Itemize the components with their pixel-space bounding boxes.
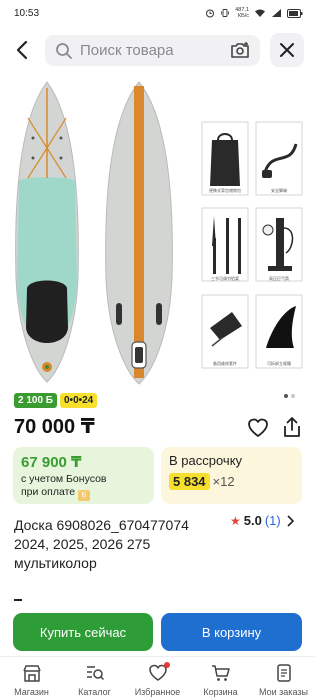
bonus-note-line2: при оплате Б bbox=[21, 486, 146, 501]
nav-item-favorites[interactable]: Избранное bbox=[128, 657, 188, 700]
camera-search-icon[interactable] bbox=[230, 41, 250, 59]
installment-badge: 0•0•24 bbox=[60, 393, 98, 408]
heart-icon[interactable] bbox=[247, 417, 269, 439]
nav-label: Магазин bbox=[14, 687, 49, 697]
accessories-grid: 便携式背包储物包 安全脚绳 三节可调节铝桨 高压打气筒 备用维修套件 可拆卸主尾… bbox=[201, 121, 303, 369]
caption-repair-kit: 备用维修套件 bbox=[213, 360, 237, 366]
search-icon bbox=[56, 42, 72, 59]
nav-label: Мои заказы bbox=[259, 687, 308, 697]
chevron-right-icon bbox=[287, 514, 294, 527]
installment-amount: 5 834 bbox=[169, 473, 210, 490]
rating-value: 5.0 bbox=[243, 513, 262, 528]
net-speed-unit: КБ/с bbox=[237, 13, 249, 19]
status-bar: 10:53 487,1 КБ/с bbox=[0, 0, 315, 26]
badges: 2 100 Б 0•0•24 bbox=[14, 393, 98, 408]
search-box[interactable] bbox=[45, 35, 260, 66]
product-title: Доска 6908026_670477074 2024, 2025, 2026… bbox=[14, 517, 189, 571]
nav-label: Избранное bbox=[134, 687, 181, 697]
bonus-coin-icon: Б bbox=[78, 490, 91, 501]
status-time: 10:53 bbox=[14, 7, 40, 19]
star-icon: ★ bbox=[230, 513, 241, 528]
pagination-dot bbox=[291, 394, 295, 398]
buy-now-button[interactable]: Купить сейчас bbox=[13, 613, 153, 651]
caption-backpack: 便携式背包储物包 bbox=[209, 187, 241, 193]
back-arrow-icon[interactable] bbox=[12, 39, 34, 61]
vibrate-icon bbox=[221, 9, 230, 17]
cart-icon bbox=[211, 665, 230, 681]
bonus-note-line2-text: при оплате bbox=[21, 486, 76, 498]
board-top-view bbox=[15, 81, 79, 383]
close-button[interactable] bbox=[270, 33, 304, 67]
bonus-note-line1: с учетом Бонусов bbox=[21, 473, 107, 485]
wifi-icon bbox=[255, 9, 265, 17]
caption-fin: 可拆卸主尾鳍 bbox=[267, 360, 291, 366]
rating-count[interactable]: (1) bbox=[265, 513, 281, 528]
caption-paddle: 三节可调节铝桨 bbox=[211, 275, 239, 281]
nav-label: Каталог bbox=[78, 687, 111, 697]
caption-leash: 安全脚绳 bbox=[271, 187, 287, 193]
status-icons: 487,1 КБ/с bbox=[205, 7, 303, 19]
board-bottom-view bbox=[105, 81, 173, 385]
catalog-search-icon bbox=[86, 666, 104, 681]
nav-item-cart[interactable]: Корзина bbox=[191, 657, 251, 700]
shop-icon bbox=[22, 665, 41, 682]
product-image-gallery[interactable]: 便携式背包储物包 安全脚绳 三节可调节铝桨 高压打气筒 备用维修套件 可拆卸主尾… bbox=[0, 78, 315, 386]
nav-item-shop[interactable]: Магазин bbox=[2, 657, 62, 700]
orders-icon bbox=[276, 664, 291, 682]
bonus-price: 67 900 ₸ bbox=[21, 454, 82, 471]
installment-card[interactable]: В рассрочку 5 834 ×12 bbox=[161, 447, 302, 504]
add-to-cart-button[interactable]: В корзину bbox=[161, 613, 302, 651]
product-price: 70 000 ₸ bbox=[14, 416, 95, 438]
close-icon bbox=[280, 43, 294, 57]
notification-dot bbox=[163, 662, 170, 668]
installment-months: ×12 bbox=[212, 474, 235, 489]
bonus-price-card[interactable]: 67 900 ₸ с учетом Бонусов при оплате Б bbox=[13, 447, 154, 504]
signal-icon bbox=[272, 9, 281, 17]
share-icon[interactable] bbox=[282, 416, 302, 438]
alarm-icon bbox=[206, 9, 215, 18]
header bbox=[0, 32, 315, 68]
nav-label: Корзина bbox=[203, 687, 238, 697]
installment-row: 5 834 ×12 bbox=[169, 473, 294, 490]
bonus-note: с учетом Бонусов при оплате Б bbox=[21, 473, 146, 501]
nav-item-catalog[interactable]: Каталог bbox=[65, 657, 125, 700]
search-input[interactable] bbox=[80, 42, 220, 59]
divider bbox=[14, 599, 22, 601]
net-speed: 487,1 КБ/с bbox=[235, 7, 249, 19]
nav-item-orders[interactable]: Мои заказы bbox=[254, 657, 314, 700]
bonus-badge: 2 100 Б bbox=[14, 393, 57, 408]
bottom-nav: Магазин Каталог Избранное Корзина Мои за… bbox=[0, 656, 315, 700]
installment-title: В рассрочку bbox=[169, 453, 243, 468]
pagination-dot bbox=[284, 394, 288, 398]
rating[interactable]: ★ 5.0 (1) bbox=[230, 513, 295, 528]
caption-pump: 高压打气筒 bbox=[269, 275, 289, 281]
gallery-pagination bbox=[284, 394, 295, 398]
battery-icon bbox=[287, 8, 303, 18]
